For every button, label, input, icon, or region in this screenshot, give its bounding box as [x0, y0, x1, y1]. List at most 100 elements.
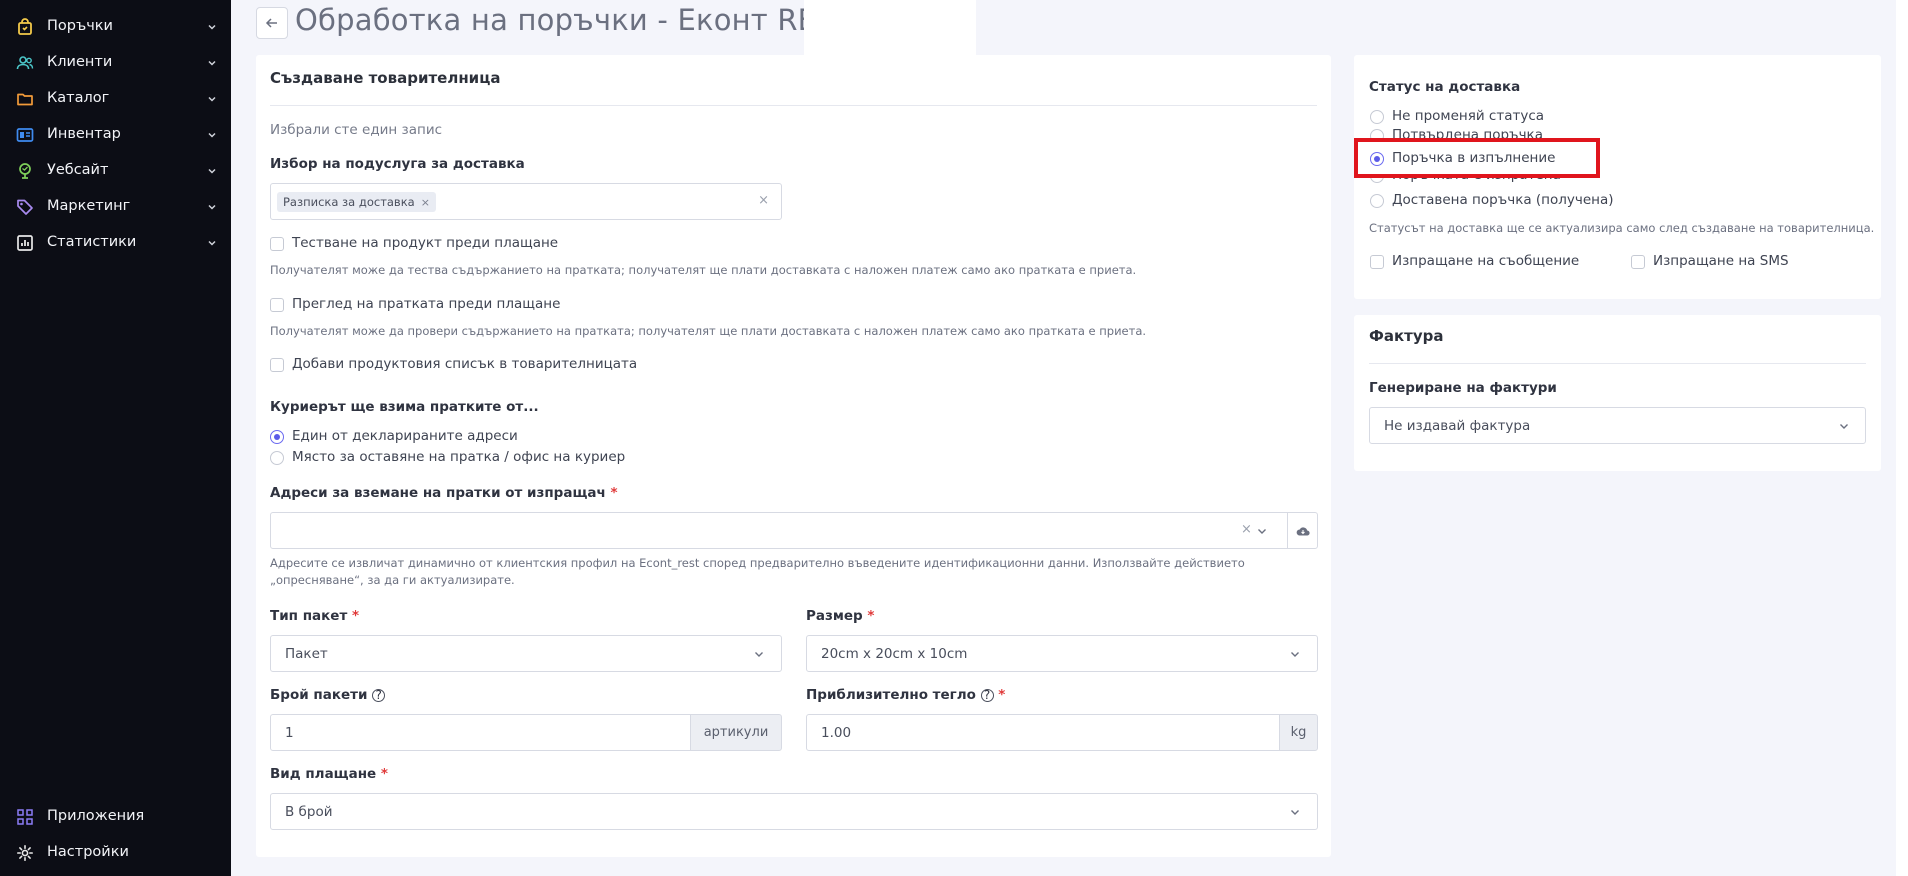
help-icon[interactable]: ?: [372, 689, 386, 702]
invoice-card: Фактура Генериране на фактури Не издавай…: [1354, 315, 1881, 471]
sidebar-item-label: Поръчки: [47, 18, 113, 34]
size-label: Размер *: [806, 608, 874, 624]
arrow-left-icon: [265, 18, 277, 28]
product-list-checkbox[interactable]: [270, 358, 284, 372]
sidebar-item-catalog[interactable]: Каталог: [0, 81, 231, 117]
scrollbar-track[interactable]: [1896, 0, 1908, 876]
chevron-down-icon: [208, 60, 216, 66]
chevron-down-icon: [1258, 529, 1266, 534]
address-select[interactable]: ×: [270, 512, 1288, 549]
package-type-label-text: Тип пакет: [270, 608, 348, 624]
clear-icon[interactable]: ×: [1241, 522, 1252, 537]
pickup-office-radio[interactable]: [270, 451, 284, 465]
review-shipment-label: Преглед на пратката преди плащане: [292, 296, 561, 312]
send-message-checkbox[interactable]: [1370, 255, 1384, 269]
review-shipment-checkbox[interactable]: [270, 298, 284, 312]
chevron-down-icon: [208, 240, 216, 246]
payment-select[interactable]: В брой: [270, 793, 1318, 830]
folder-icon: [17, 93, 33, 106]
review-shipment-hint: Получателят може да провери съдържанието…: [270, 324, 1147, 338]
status-radio-no-change[interactable]: [1370, 110, 1384, 124]
sidebar-item-label: Инвентар: [47, 126, 121, 142]
sidebar-item-settings[interactable]: Настройки: [0, 835, 231, 871]
chevron-down-icon: [755, 652, 763, 657]
sidebar-item-inventory[interactable]: Инвентар: [0, 117, 231, 153]
package-count-unit: артикули: [690, 714, 782, 751]
required-mark: *: [351, 608, 360, 624]
package-type-label: Тип пакет *: [270, 608, 359, 624]
shipment-card: Създаване товарителница Избрали сте един…: [256, 55, 1331, 857]
invoice-select[interactable]: Не издавай фактура: [1369, 407, 1866, 444]
weight-input[interactable]: 1.00: [806, 714, 1280, 751]
sidebar-item-clients[interactable]: Клиенти: [0, 45, 231, 81]
size-select[interactable]: 20cm x 20cm x 10cm: [806, 635, 1318, 672]
selected-note: Избрали сте един запис: [270, 122, 443, 138]
sidebar-item-orders[interactable]: Поръчки: [0, 9, 231, 45]
size-value: 20cm x 20cm x 10cm: [821, 646, 968, 662]
status-label-delivered: Доставена поръчка (получена): [1392, 192, 1614, 208]
send-sms-label: Изпращане на SMS: [1653, 253, 1789, 269]
refresh-addresses-button[interactable]: [1287, 512, 1318, 549]
users-icon: [16, 56, 34, 70]
sidebar-item-label: Клиенти: [47, 54, 113, 70]
sidebar-item-label: Уебсайт: [47, 162, 109, 178]
pickup-address-label: Един от декларираните адреси: [292, 428, 518, 444]
annotation-highlight-box: [1354, 138, 1600, 178]
package-type-value: Пакет: [285, 646, 328, 662]
service-tag: Разписка за доставка ×: [277, 192, 436, 212]
pickup-address-radio[interactable]: [270, 430, 284, 444]
weight-value: 1.00: [821, 725, 852, 741]
test-product-checkbox[interactable]: [270, 237, 284, 251]
chevron-down-icon: [1291, 810, 1299, 815]
package-count-value: 1: [285, 725, 294, 741]
divider: [270, 105, 1317, 106]
product-list-label: Добави продуктовия списък в товарителниц…: [292, 356, 638, 372]
address-label: Адреси за вземане на пратки от изпращач …: [270, 485, 618, 501]
tag-remove-icon[interactable]: ×: [421, 196, 430, 209]
sidebar: Поръчки Клиенти Каталог Инвентар Уебсайт…: [0, 0, 231, 876]
send-sms-checkbox[interactable]: [1631, 255, 1645, 269]
required-mark: *: [380, 766, 388, 782]
chevron-down-icon: [208, 24, 216, 30]
status-radio-delivered[interactable]: [1370, 194, 1384, 208]
shopping-bag-icon: [18, 18, 32, 35]
service-multiselect[interactable]: Разписка за доставка × ×: [270, 183, 782, 220]
help-icon[interactable]: ?: [980, 689, 994, 702]
chevron-down-icon: [208, 168, 216, 174]
package-count-input[interactable]: 1: [270, 714, 691, 751]
address-label-text: Адреси за вземане на пратки от изпращач: [270, 485, 606, 501]
test-product-hint: Получателят може да тества съдържанието …: [270, 263, 1137, 277]
status-label-no-change: Не променяй статуса: [1392, 108, 1545, 124]
delivery-status-title: Статус на доставка: [1369, 79, 1521, 95]
service-label: Избор на подуслуга за доставка: [270, 156, 525, 172]
invoice-card-title: Фактура: [1369, 327, 1444, 345]
page-title: Обработка на поръчки - Еконт REST: [295, 3, 853, 37]
sidebar-item-label: Каталог: [47, 90, 110, 106]
sidebar-item-website[interactable]: Уебсайт: [0, 153, 231, 189]
tag-icon: [17, 199, 33, 215]
required-mark: *: [610, 485, 618, 501]
package-type-select[interactable]: Пакет: [270, 635, 782, 672]
inventory-icon: [16, 128, 34, 142]
back-button[interactable]: [256, 7, 288, 39]
chevron-down-icon: [208, 96, 216, 102]
service-tag-label: Разписка за доставка: [283, 195, 415, 209]
test-product-label: Тестване на продукт преди плащане: [292, 235, 559, 251]
chevron-down-icon: [1840, 424, 1848, 429]
weight-label-text: Приблизително тегло: [806, 687, 976, 703]
sidebar-item-apps[interactable]: Приложения: [0, 799, 231, 835]
required-mark: *: [998, 687, 1006, 703]
sidebar-item-marketing[interactable]: Маркетинг: [0, 189, 231, 225]
weight-unit: kg: [1279, 714, 1318, 751]
chart-icon: [17, 235, 33, 251]
package-count-label-text: Брой пакети: [270, 687, 368, 703]
sidebar-item-statistics[interactable]: Статистики: [0, 225, 231, 261]
clear-icon[interactable]: ×: [758, 193, 769, 208]
pickup-label: Куриерът ще взима пратките от...: [270, 399, 539, 415]
apps-grid-icon: [17, 809, 33, 825]
sidebar-item-label: Статистики: [47, 234, 137, 250]
chevron-down-icon: [208, 204, 216, 210]
blank-area: [804, 0, 976, 56]
address-hint: Адресите се извличат динамично от клиент…: [270, 556, 1245, 587]
invoice-value: Не издавай фактура: [1384, 418, 1531, 434]
